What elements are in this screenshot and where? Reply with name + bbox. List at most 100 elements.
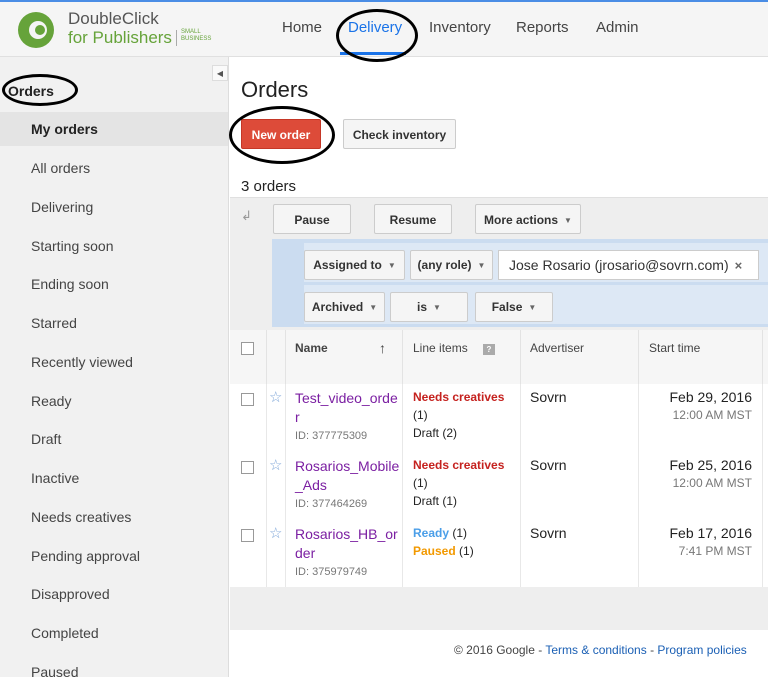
start-date: Feb 17, 2016 xyxy=(669,525,752,541)
chevron-down-icon: ▼ xyxy=(564,216,572,225)
order-id: ID: 377464269 xyxy=(295,498,368,510)
resume-button[interactable]: Resume xyxy=(374,204,452,234)
sidebar-item-starred[interactable]: Starred xyxy=(0,306,228,340)
sidebar-item-all-orders[interactable]: All orders xyxy=(0,151,228,185)
select-arrow-icon: ↲ xyxy=(241,208,252,223)
line-item-paused-count: (1) xyxy=(459,544,474,558)
start-time: 7:41 PM MST xyxy=(678,544,752,558)
sort-arrow-icon[interactable]: ↑ xyxy=(379,330,386,384)
table-footer-bar xyxy=(230,587,768,630)
column-divider xyxy=(520,330,521,384)
row-checkbox[interactable] xyxy=(241,529,254,542)
select-all-checkbox[interactable] xyxy=(241,342,254,355)
table-row[interactable]: ☆ Rosarios_Mobile_Ads ID: 377464269 Need… xyxy=(230,452,768,521)
help-icon[interactable]: ? xyxy=(483,344,495,355)
archived-label: Archived xyxy=(311,300,364,314)
sidebar-item-delivering[interactable]: Delivering xyxy=(0,190,228,224)
more-actions-label: More actions xyxy=(484,213,559,227)
order-count: 3 orders xyxy=(241,178,297,195)
start-time: 12:00 AM MST xyxy=(672,476,752,490)
more-actions-button[interactable]: More actions ▼ xyxy=(475,204,581,234)
nav-delivery[interactable]: Delivery xyxy=(348,19,402,36)
check-inventory-button[interactable]: Check inventory xyxy=(343,119,456,149)
sidebar-item-draft[interactable]: Draft xyxy=(0,422,228,456)
column-divider xyxy=(402,330,403,384)
value-dropdown[interactable]: False ▼ xyxy=(475,292,553,322)
role-label: (any role) xyxy=(417,258,472,272)
sidebar-item-recently-viewed[interactable]: Recently viewed xyxy=(0,345,228,379)
row-checkbox[interactable] xyxy=(241,461,254,474)
start-date: Feb 25, 2016 xyxy=(669,457,752,473)
nav-home[interactable]: Home xyxy=(282,19,322,36)
value-label: False xyxy=(491,300,523,314)
role-dropdown[interactable]: (any role) ▼ xyxy=(410,250,493,280)
remove-filter-icon[interactable]: × xyxy=(735,258,743,273)
line-item-status: Needs creatives xyxy=(413,390,505,404)
doubleclick-logo xyxy=(18,12,54,48)
star-icon[interactable]: ☆ xyxy=(269,388,282,406)
order-name-link[interactable]: Rosarios_Mobile_Ads xyxy=(295,457,400,495)
row-checkbox[interactable] xyxy=(241,393,254,406)
line-item-status: Ready xyxy=(413,526,450,540)
sidebar-item-needs-creatives[interactable]: Needs creatives xyxy=(0,500,228,534)
archived-dropdown[interactable]: Archived ▼ xyxy=(304,292,385,322)
collapse-sidebar-icon[interactable]: ◀ xyxy=(212,65,228,81)
nav-admin[interactable]: Admin xyxy=(596,19,639,36)
new-order-button[interactable]: New order xyxy=(241,119,321,149)
column-name[interactable]: Name xyxy=(295,330,328,384)
column-divider xyxy=(638,330,639,384)
line-item-draft: Draft (2) xyxy=(413,426,458,440)
line-item-draft: Draft (1) xyxy=(413,494,458,508)
sidebar-item-my-orders[interactable]: My orders xyxy=(0,112,228,146)
brand-name: DoubleClick xyxy=(68,9,159,28)
column-divider xyxy=(762,330,763,384)
column-divider xyxy=(266,330,267,384)
sidebar: ◀ Orders My orders All orders Delivering… xyxy=(0,57,229,680)
sidebar-item-ending-soon[interactable]: Ending soon xyxy=(0,267,228,301)
terms-link[interactable]: Terms & conditions xyxy=(545,643,646,657)
user-filter-token[interactable]: Jose Rosario (jrosario@sovrn.com) × xyxy=(498,250,759,280)
table-row[interactable]: ☆ Rosarios_HB_order ID: 375979749 Ready … xyxy=(230,520,768,589)
column-line-items[interactable]: Line items xyxy=(413,330,468,384)
assigned-to-dropdown[interactable]: Assigned to ▼ xyxy=(304,250,405,280)
column-advertiser[interactable]: Advertiser xyxy=(530,330,584,384)
sidebar-title: Orders xyxy=(8,83,54,99)
line-item-count: (1) xyxy=(413,476,428,490)
star-icon[interactable]: ☆ xyxy=(269,524,282,542)
sidebar-item-starting-soon[interactable]: Starting soon xyxy=(0,229,228,263)
chevron-down-icon: ▼ xyxy=(369,303,378,312)
copyright: © 2016 Google - xyxy=(454,643,546,657)
brand-tag: SMALL BUSINESS xyxy=(181,29,212,42)
order-id: ID: 375979749 xyxy=(295,566,368,578)
nav-inventory[interactable]: Inventory xyxy=(429,19,491,36)
table-toolbar: ↲ Pause Resume More actions ▼ Assigned to… xyxy=(230,197,768,331)
sidebar-item-ready[interactable]: Ready xyxy=(0,384,228,418)
pause-button[interactable]: Pause xyxy=(273,204,351,234)
chevron-down-icon: ▼ xyxy=(433,303,441,312)
program-policies-link[interactable]: Program policies xyxy=(657,643,746,657)
star-icon[interactable]: ☆ xyxy=(269,456,282,474)
sidebar-item-completed[interactable]: Completed xyxy=(0,616,228,650)
column-start-time[interactable]: Start time xyxy=(649,330,700,384)
user-filter-label: Jose Rosario (jrosario@sovrn.com) xyxy=(509,257,729,273)
sidebar-item-inactive[interactable]: Inactive xyxy=(0,461,228,495)
sidebar-item-paused[interactable]: Paused xyxy=(0,655,228,689)
order-id: ID: 377775309 xyxy=(295,430,368,442)
chevron-down-icon: ▼ xyxy=(477,261,486,270)
main-content: Orders New order Check inventory 3 order… xyxy=(230,57,768,677)
order-name-link[interactable]: Rosarios_HB_order xyxy=(295,525,400,563)
operator-dropdown[interactable]: is ▼ xyxy=(390,292,468,322)
sidebar-item-disapproved[interactable]: Disapproved xyxy=(0,577,228,611)
brand-divider xyxy=(176,30,177,46)
brand-subtitle: for Publishers xyxy=(68,28,172,47)
nav-active-indicator xyxy=(340,52,406,55)
line-item-paused: Paused xyxy=(413,544,456,558)
order-name-link[interactable]: Test_video_order xyxy=(295,389,400,427)
nav-reports[interactable]: Reports xyxy=(516,19,569,36)
table-row[interactable]: ☆ Test_video_order ID: 377775309 Needs c… xyxy=(230,384,768,453)
sidebar-item-pending-approval[interactable]: Pending approval xyxy=(0,539,228,573)
assigned-to-label: Assigned to xyxy=(313,258,382,272)
top-bar: DoubleClick for Publishers SMALL BUSINES… xyxy=(0,0,768,57)
column-divider xyxy=(285,330,286,384)
line-item-count: (1) xyxy=(452,526,468,540)
